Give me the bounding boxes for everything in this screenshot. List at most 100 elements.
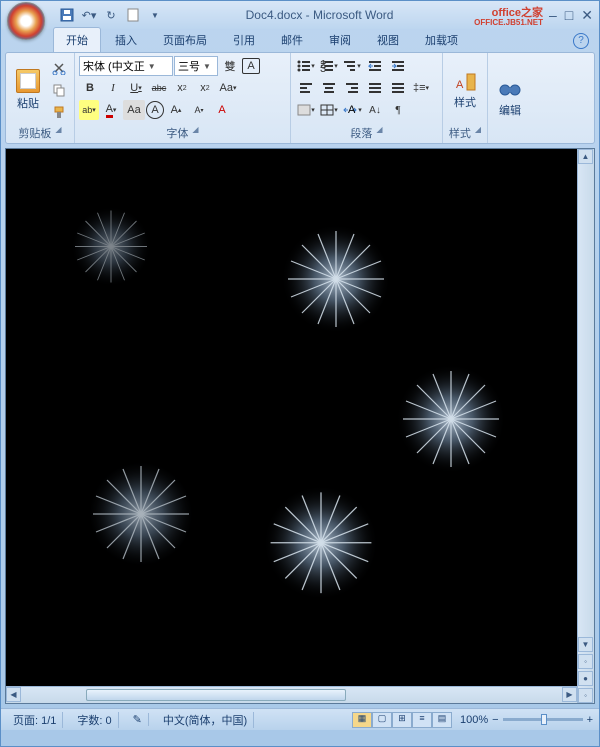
scroll-left-button[interactable]: ◀ (6, 687, 21, 702)
numbering-button[interactable]: 123▾ (318, 56, 340, 76)
grow-font-button[interactable]: A▴ (165, 100, 187, 120)
pinyin-button[interactable]: 雙 (219, 56, 241, 76)
sort-button[interactable]: A↓ (364, 100, 386, 120)
vertical-scrollbar[interactable]: ▲ ▼ ◦ ● ◦ (577, 149, 594, 703)
paste-button[interactable]: 粘贴 (10, 56, 46, 124)
bold-button[interactable]: B (79, 78, 101, 98)
tab-addins[interactable]: 加载项 (413, 28, 470, 52)
borders-button[interactable]: ▾ (318, 100, 340, 120)
office-button[interactable] (7, 2, 45, 40)
format-painter-button[interactable] (48, 102, 70, 122)
distribute-button[interactable] (387, 78, 409, 98)
cut-button[interactable] (48, 58, 70, 78)
char-border-button[interactable]: A (242, 58, 260, 74)
tab-layout[interactable]: 页面布局 (151, 28, 219, 52)
minimize-button[interactable]: – (549, 7, 557, 24)
scroll-down-button[interactable]: ▼ (578, 637, 593, 652)
enclose-char-button[interactable]: A (146, 101, 164, 119)
tab-view[interactable]: 视图 (365, 28, 411, 52)
paragraph-label: 段落 (350, 125, 372, 141)
quick-access-toolbar: ↶▾ ↻ ▼ (57, 5, 165, 25)
superscript-button[interactable]: x2 (194, 78, 216, 98)
clipboard-launcher[interactable]: ◢ (55, 125, 61, 141)
font-launcher[interactable]: ◢ (192, 125, 198, 141)
new-doc-icon[interactable] (123, 5, 143, 25)
next-page-button[interactable]: ◦ (578, 688, 593, 703)
underline-button[interactable]: U▾ (125, 78, 147, 98)
highlight-button[interactable]: ab▾ (79, 100, 99, 120)
line-spacing-button[interactable]: ‡≡▾ (410, 78, 432, 98)
increase-indent-button[interactable] (387, 56, 409, 76)
zoom-in-button[interactable]: + (587, 714, 593, 726)
font-color-button[interactable]: A▾ (100, 100, 122, 120)
proofing-icon[interactable]: ✎ (127, 713, 149, 726)
align-left-button[interactable] (295, 78, 317, 98)
align-center-button[interactable] (318, 78, 340, 98)
tab-home[interactable]: 开始 (53, 27, 101, 52)
group-styles: A 样式 样式◢ (443, 53, 488, 143)
clipboard-label: 剪贴板 (18, 125, 51, 141)
zoom-out-button[interactable]: − (492, 714, 498, 726)
word-count[interactable]: 字数: 0 (71, 712, 118, 728)
save-icon[interactable] (57, 5, 77, 25)
scroll-right-button[interactable]: ▶ (562, 687, 577, 702)
fullscreen-view[interactable]: ▢ (372, 712, 392, 728)
styles-launcher[interactable]: ◢ (475, 125, 481, 141)
tab-insert[interactable]: 插入 (103, 28, 149, 52)
decrease-indent-button[interactable] (364, 56, 386, 76)
char-scale-button[interactable]: A▾ (341, 100, 363, 120)
print-layout-view[interactable]: ▦ (352, 712, 372, 728)
ribbon: 粘贴 剪贴板◢ 宋体 (中文正▼ 三号▼ 雙 A B I U▾ abc (5, 52, 595, 144)
binoculars-icon (498, 78, 522, 102)
help-icon[interactable]: ? (573, 33, 589, 49)
bullets-button[interactable]: ▾ (295, 56, 317, 76)
copy-button[interactable] (48, 80, 70, 100)
change-case-button[interactable]: Aa▾ (217, 78, 239, 98)
shrink-font-button[interactable]: A▾ (188, 100, 210, 120)
styles-button[interactable]: A 样式 (447, 56, 483, 124)
clear-format-button[interactable]: A (211, 100, 233, 120)
shading-button[interactable]: ▾ (295, 100, 317, 120)
tab-review[interactable]: 审阅 (317, 28, 363, 52)
font-size-combo[interactable]: 三号▼ (174, 56, 218, 76)
view-buttons: ▦ ▢ ⊞ ≡ ▤ (352, 712, 452, 728)
italic-button[interactable]: I (102, 78, 124, 98)
prev-page-button[interactable]: ◦ (578, 654, 593, 669)
outline-view[interactable]: ≡ (412, 712, 432, 728)
close-button[interactable]: ✕ (581, 7, 593, 24)
zoom-slider[interactable] (503, 718, 583, 721)
hscroll-thumb[interactable] (86, 689, 346, 701)
window-controls: – □ ✕ (549, 7, 593, 24)
justify-button[interactable] (364, 78, 386, 98)
statusbar: 页面: 1/1 字数: 0 ✎ 中文(简体，中国) ▦ ▢ ⊞ ≡ ▤ 100%… (1, 708, 599, 730)
group-paragraph: ▾ 123▾ ▾ ‡≡▾ ▾ ▾ A▾ A↓ ¶ 段落◢ (291, 53, 443, 143)
browse-object-button[interactable]: ● (578, 671, 593, 686)
watermark: office之家 OFFICE.JB51.NET (474, 4, 543, 27)
font-family-combo[interactable]: 宋体 (中文正▼ (79, 56, 173, 76)
zoom-level[interactable]: 100% (460, 714, 488, 726)
web-view[interactable]: ⊞ (392, 712, 412, 728)
undo-icon[interactable]: ↶▾ (79, 5, 99, 25)
multilevel-button[interactable]: ▾ (341, 56, 363, 76)
align-right-button[interactable] (341, 78, 363, 98)
char-shading-button[interactable]: Aa (123, 100, 145, 120)
styles-icon: A (453, 70, 477, 94)
tab-references[interactable]: 引用 (221, 28, 267, 52)
strike-button[interactable]: abc (148, 78, 170, 98)
scroll-up-button[interactable]: ▲ (578, 149, 593, 164)
maximize-button[interactable]: □ (565, 7, 573, 24)
subscript-button[interactable]: x2 (171, 78, 193, 98)
find-button[interactable]: 编辑 (492, 56, 528, 140)
horizontal-scrollbar[interactable]: ◀ ▶ (6, 686, 577, 703)
language-status[interactable]: 中文(简体，中国) (157, 712, 254, 728)
page-status[interactable]: 页面: 1/1 (7, 712, 63, 728)
paragraph-launcher[interactable]: ◢ (376, 125, 382, 141)
qat-customize-icon[interactable]: ▼ (145, 5, 165, 25)
draft-view[interactable]: ▤ (432, 712, 452, 728)
tab-mailings[interactable]: 邮件 (269, 28, 315, 52)
group-font: 宋体 (中文正▼ 三号▼ 雙 A B I U▾ abc x2 x2 Aa▾ ab… (75, 53, 291, 143)
redo-icon[interactable]: ↻ (101, 5, 121, 25)
show-marks-button[interactable]: ¶ (387, 100, 409, 120)
document-canvas[interactable] (6, 149, 577, 686)
font-label: 字体 (166, 125, 188, 141)
